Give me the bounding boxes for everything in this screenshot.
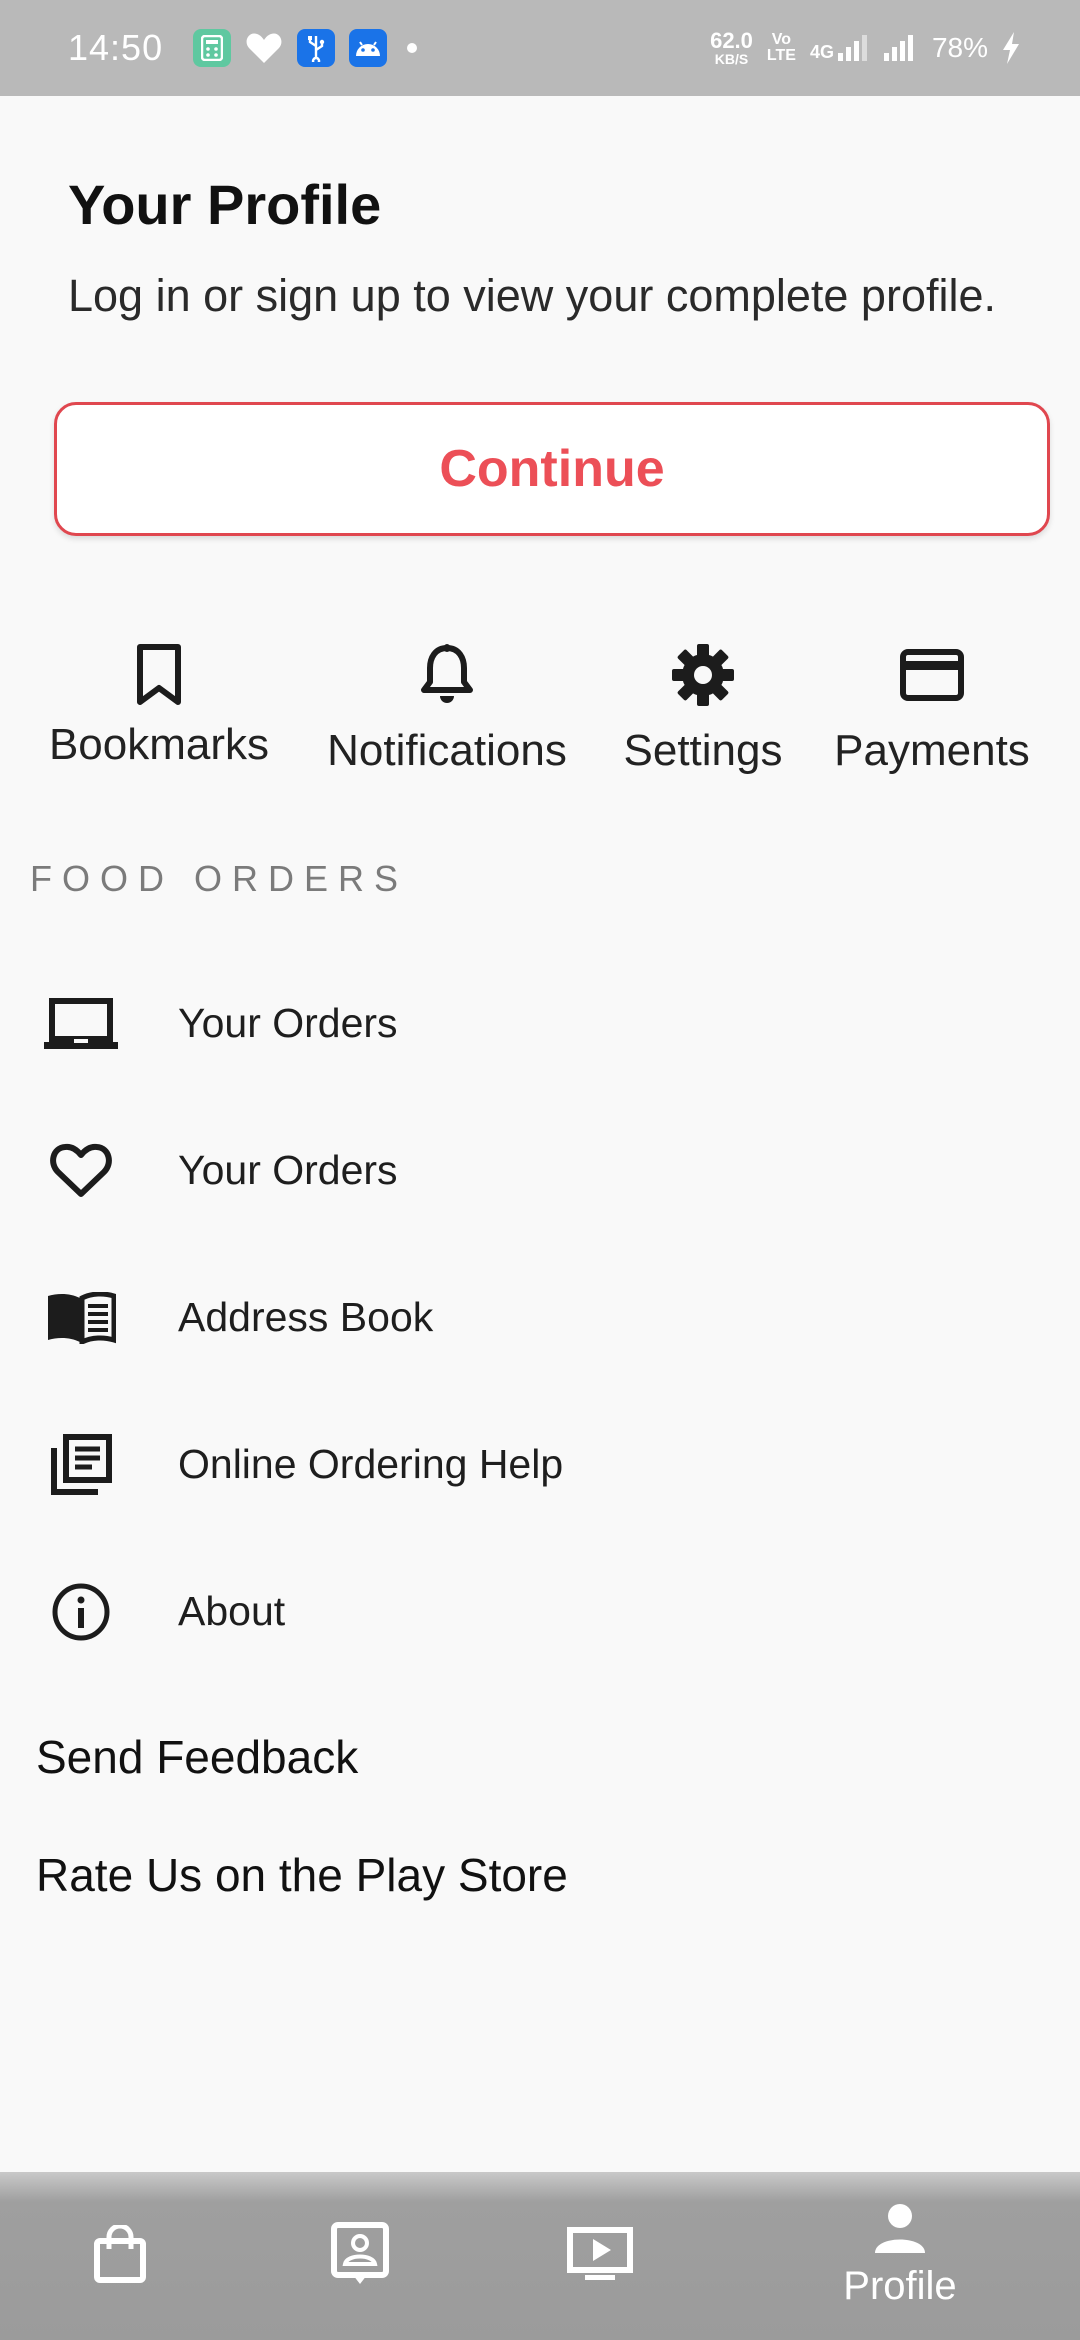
food-orders-list: Your Orders Your Orders Address Book Onl… bbox=[0, 950, 1080, 1685]
menu-item-label: Online Ordering Help bbox=[178, 1441, 564, 1487]
network-speed-unit: KB/S bbox=[714, 51, 749, 67]
health-app-icon bbox=[245, 29, 283, 67]
status-right: 62.0 KB/S Vo LTE 4G 78% bbox=[710, 30, 1020, 66]
signal-2-icon bbox=[883, 35, 913, 61]
nav-tab-label: Profile bbox=[843, 2264, 957, 2308]
android-icon bbox=[349, 29, 388, 67]
menu-item-label: Address Book bbox=[178, 1294, 434, 1340]
menu-item-your-orders-favorites[interactable]: Your Orders bbox=[0, 1097, 1080, 1244]
notification-dot-icon bbox=[407, 43, 418, 53]
menu-item-your-orders[interactable]: Your Orders bbox=[0, 950, 1080, 1097]
heart-icon bbox=[44, 1134, 118, 1208]
volte-indicator: Vo LTE bbox=[767, 32, 796, 64]
info-icon bbox=[44, 1575, 118, 1649]
section-header-food-orders: FOOD ORDERS bbox=[30, 858, 409, 899]
laptop-icon bbox=[44, 987, 118, 1061]
profile-subtitle: Log in or sign up to view your complete … bbox=[68, 270, 996, 321]
status-left: 14:50 bbox=[68, 27, 418, 69]
menu-item-label: Your Orders bbox=[178, 1000, 398, 1046]
quick-action-notifications[interactable]: Notifications bbox=[312, 640, 582, 776]
video-play-icon bbox=[567, 2226, 633, 2286]
menu-item-label: Your Orders bbox=[178, 1147, 398, 1193]
quick-action-label: Bookmarks bbox=[48, 720, 270, 769]
network-speed-value: 62.0 bbox=[710, 28, 753, 53]
bookmark-icon bbox=[127, 640, 191, 710]
shopping-bag-icon bbox=[94, 2223, 146, 2288]
nav-tab-orders[interactable] bbox=[0, 2172, 240, 2340]
menu-item-about[interactable]: About bbox=[0, 1538, 1080, 1685]
menu-item-online-ordering-help[interactable]: Online Ordering Help bbox=[0, 1391, 1080, 1538]
nav-tab-profile[interactable]: Profile bbox=[780, 2172, 1020, 2340]
quick-action-settings[interactable]: Settings bbox=[600, 640, 806, 776]
contact-card-icon bbox=[331, 2221, 389, 2291]
quick-action-payments[interactable]: Payments bbox=[826, 640, 1038, 776]
volte-bottom: LTE bbox=[766, 47, 796, 64]
status-bar: 14:50 62.0 KB/S Vo LTE 4G 78% bbox=[0, 0, 1080, 96]
network-type-indicator: 4G bbox=[810, 33, 868, 63]
continue-button[interactable]: Continue bbox=[54, 402, 1050, 536]
volte-top: Vo bbox=[771, 31, 792, 48]
person-icon bbox=[873, 2203, 927, 2260]
credit-card-icon bbox=[900, 640, 964, 710]
nav-tab-contacts[interactable] bbox=[240, 2172, 480, 2340]
open-book-icon bbox=[44, 1281, 118, 1355]
quick-action-label: Settings bbox=[623, 726, 783, 775]
network-type: 4G bbox=[809, 42, 834, 62]
bottom-navigation: Profile bbox=[0, 2172, 1080, 2340]
quick-action-label: Payments bbox=[834, 726, 1030, 775]
battery-percent: 78% bbox=[931, 32, 988, 63]
quick-actions: Bookmarks Notifications Settings Payment… bbox=[0, 640, 1080, 790]
quick-action-bookmarks[interactable]: Bookmarks bbox=[34, 640, 284, 770]
signal-1-icon bbox=[837, 35, 867, 61]
page-title: Your Profile bbox=[68, 173, 382, 236]
status-time: 14:50 bbox=[68, 27, 164, 68]
gear-icon bbox=[671, 640, 735, 710]
rate-us-link[interactable]: Rate Us on the Play Store bbox=[36, 1848, 568, 1902]
menu-item-address-book[interactable]: Address Book bbox=[0, 1244, 1080, 1391]
usb-icon bbox=[297, 29, 336, 67]
network-speed: 62.0 KB/S bbox=[710, 28, 753, 67]
bell-icon bbox=[415, 640, 479, 710]
charging-bolt-icon bbox=[1003, 32, 1019, 64]
menu-item-label: About bbox=[178, 1588, 286, 1634]
send-feedback-link[interactable]: Send Feedback bbox=[36, 1730, 358, 1784]
calculator-app-icon bbox=[193, 29, 232, 67]
quick-action-label: Notifications bbox=[327, 726, 567, 775]
document-stack-icon bbox=[44, 1428, 118, 1502]
nav-tab-videos[interactable] bbox=[480, 2172, 720, 2340]
